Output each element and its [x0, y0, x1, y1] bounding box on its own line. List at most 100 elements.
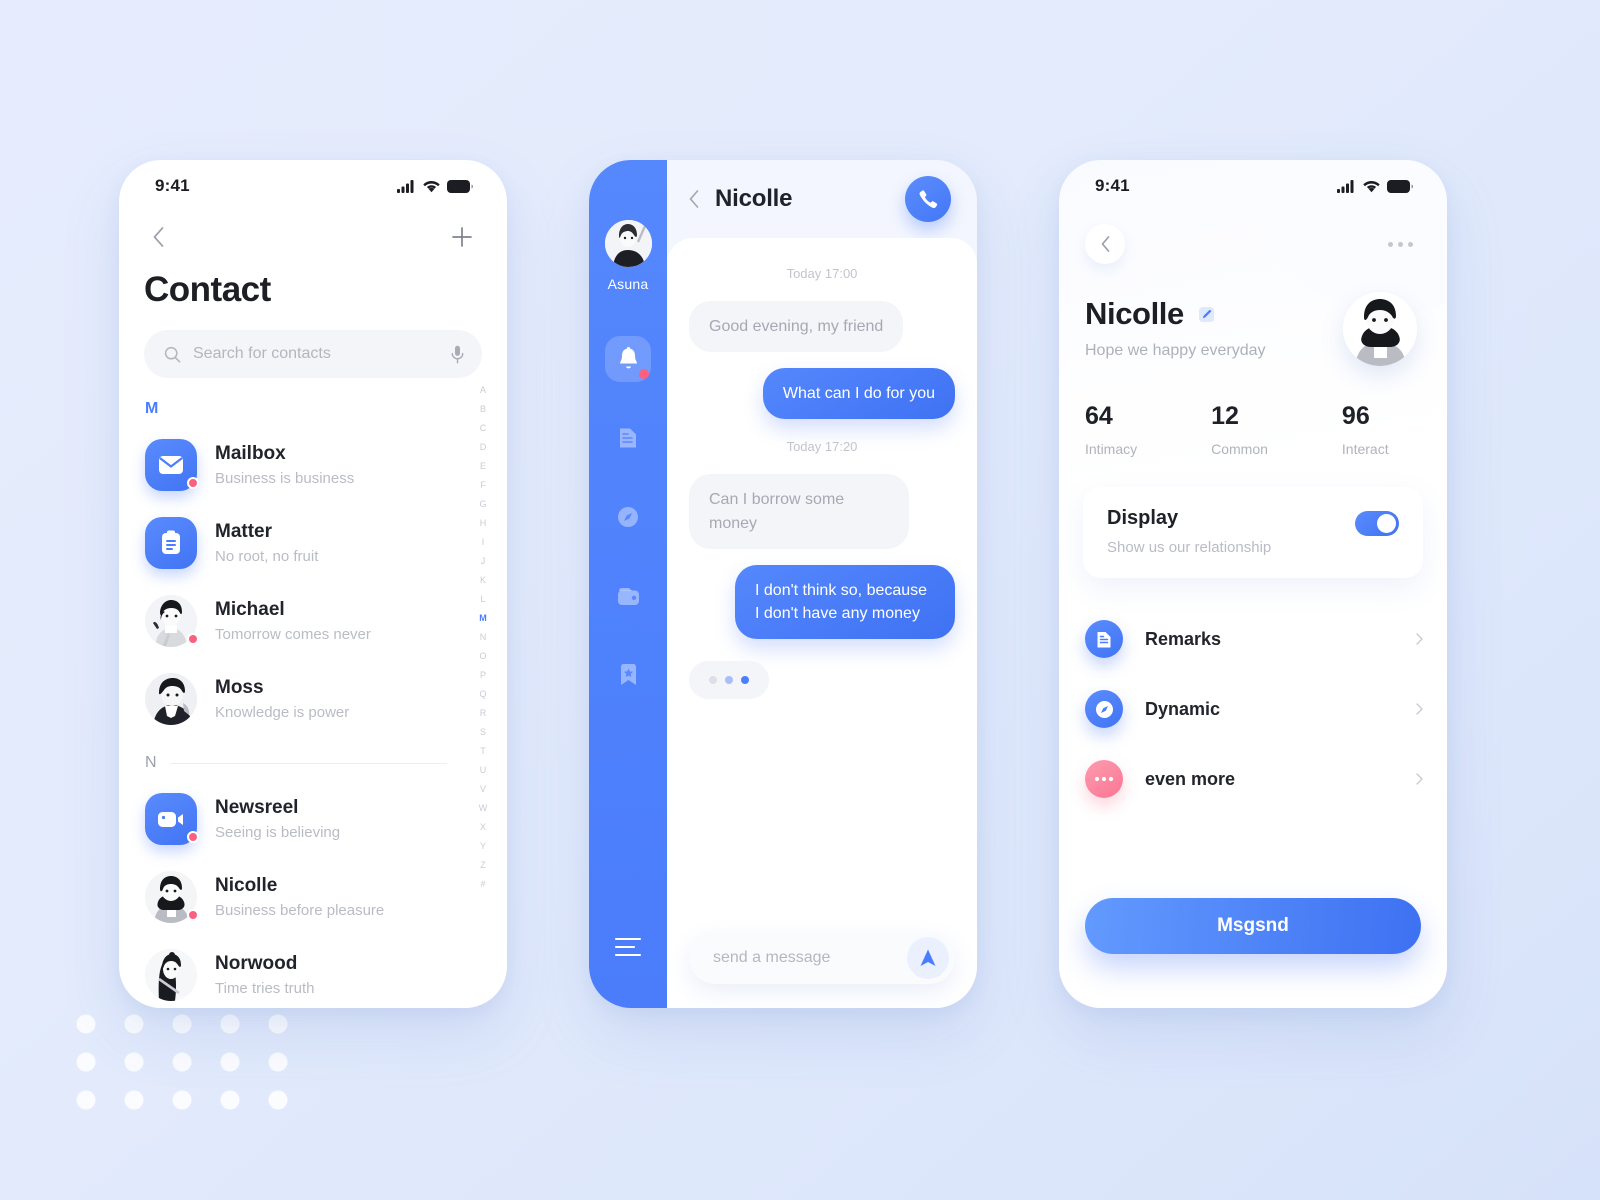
rail-item-discover[interactable]: [605, 494, 651, 540]
chevron-left-icon: [1101, 236, 1109, 252]
profile-identity: Nicolle Hope we happy everyday: [1059, 264, 1447, 366]
rail-item-wallet[interactable]: [605, 573, 651, 619]
clipboard-icon: [145, 517, 197, 569]
alpha-index-letter[interactable]: W: [476, 800, 490, 817]
avatar: [145, 949, 197, 1001]
status-bar: 9:41: [119, 160, 507, 212]
alpha-index-letter[interactable]: K: [476, 572, 490, 589]
compass-icon: [618, 507, 638, 527]
search-contacts-input[interactable]: Search for contacts: [144, 330, 482, 378]
alpha-index-letter[interactable]: Q: [476, 686, 490, 703]
alphabet-index[interactable]: A B C D E F G H I J K L M N O P Q R S T U V W X Y Z #: [476, 382, 490, 893]
rail-item-documents[interactable]: [605, 415, 651, 461]
bell-icon: [619, 347, 637, 369]
microphone-icon[interactable]: [451, 345, 464, 364]
avatar[interactable]: [1343, 292, 1417, 366]
display-setting-card: Display Show us our relationship: [1083, 487, 1423, 578]
more-horizontal-icon[interactable]: [1388, 241, 1413, 247]
list-item[interactable]: Mailbox Business is business: [119, 426, 507, 504]
alpha-index-letter[interactable]: N: [476, 629, 490, 646]
profile-tagline: Hope we happy everyday: [1085, 342, 1266, 359]
contact-name: Newsreel: [215, 797, 299, 818]
contact-name: Nicolle: [215, 875, 278, 896]
message-bubble-outgoing: What can I do for you: [762, 368, 955, 420]
status-bar-time: 9:41: [155, 176, 190, 195]
alpha-index-letter[interactable]: Z: [476, 857, 490, 874]
page-title: Contact: [144, 270, 271, 309]
alpha-index-letter[interactable]: I: [476, 534, 490, 551]
avatar[interactable]: [604, 220, 652, 267]
alpha-index-letter[interactable]: F: [476, 477, 490, 494]
profile-back-button[interactable]: [1085, 224, 1125, 264]
alpha-index-letter[interactable]: #: [476, 876, 490, 893]
alpha-index-letter[interactable]: X: [476, 819, 490, 836]
list-item[interactable]: Norwood Time tries truth: [119, 936, 507, 1008]
contact-subtitle: Business is business: [215, 470, 355, 487]
contact-name: Moss: [215, 677, 264, 698]
message-composer[interactable]: send a message: [689, 932, 955, 984]
list-item[interactable]: Nicolle Business before pleasure: [119, 858, 507, 936]
ellipsis-icon: [1085, 760, 1123, 798]
voice-call-button[interactable]: [905, 176, 951, 222]
profile-stats: 64 Intimacy 12 Common 96 Interact: [1059, 366, 1447, 457]
alpha-index-letter[interactable]: P: [476, 667, 490, 684]
rail-menu-button[interactable]: [614, 937, 642, 962]
alpha-index-letter[interactable]: T: [476, 743, 490, 760]
background-dot-pattern: [62, 1005, 292, 1120]
alpha-index-letter[interactable]: U: [476, 762, 490, 779]
contact-meta: Norwood Time tries truth: [215, 953, 314, 997]
alpha-index-letter[interactable]: V: [476, 781, 490, 798]
add-contact-icon[interactable]: [451, 226, 473, 248]
contact-subtitle: Business before pleasure: [215, 902, 385, 919]
contact-meta: Mailbox Business is business: [215, 443, 354, 487]
alpha-index-letter[interactable]: Y: [476, 838, 490, 855]
status-bar-icons: [397, 179, 473, 193]
contact-name: Matter: [215, 521, 273, 542]
alpha-index-letter[interactable]: M: [476, 610, 490, 627]
alpha-index-letter[interactable]: B: [476, 401, 490, 418]
status-bar-icons: [1337, 179, 1413, 193]
stat-label: Interact: [1341, 441, 1389, 457]
rail-item-notifications[interactable]: [605, 336, 651, 382]
cellular-signal-icon: [397, 179, 414, 193]
menu-label: Dynamic: [1145, 698, 1221, 719]
alpha-index-letter[interactable]: D: [476, 439, 490, 456]
profile-phone-screen: 9:41 Nicolle Hope we happy everyday 64 I…: [1059, 160, 1447, 1008]
chevron-left-icon[interactable]: [689, 190, 699, 208]
send-message-button[interactable]: [907, 937, 949, 979]
alpha-index-letter[interactable]: A: [476, 382, 490, 399]
app-side-rail: Asuna: [589, 160, 667, 1008]
menu-item-even-more[interactable]: even more: [1085, 744, 1423, 814]
display-toggle[interactable]: [1355, 511, 1399, 536]
stat-label: Intimacy: [1085, 441, 1138, 457]
alpha-index-letter[interactable]: H: [476, 515, 490, 532]
cellular-signal-icon: [1337, 179, 1354, 193]
list-item[interactable]: Matter No root, no fruit: [119, 504, 507, 582]
avatar: [145, 595, 199, 647]
send-message-primary-button[interactable]: Msgsnd: [1085, 898, 1421, 954]
alpha-index-letter[interactable]: G: [476, 496, 490, 513]
list-item[interactable]: Moss Knowledge is power: [119, 660, 507, 738]
battery-icon: [447, 179, 473, 193]
alpha-index-letter[interactable]: R: [476, 705, 490, 722]
menu-item-remarks[interactable]: Remarks: [1085, 604, 1423, 674]
alpha-index-letter[interactable]: E: [476, 458, 490, 475]
rail-item-bookmarks[interactable]: [605, 652, 651, 698]
stat-interact: 96 Interact: [1342, 402, 1389, 457]
edit-pencil-icon[interactable]: [1198, 306, 1215, 323]
alpha-index-letter[interactable]: O: [476, 648, 490, 665]
alpha-index-letter[interactable]: S: [476, 724, 490, 741]
message-bubble-incoming: Can I borrow some money: [689, 474, 909, 549]
toggle-knob: [1377, 514, 1396, 533]
menu-item-dynamic[interactable]: Dynamic: [1085, 674, 1423, 744]
alpha-index-letter[interactable]: J: [476, 553, 490, 570]
chevron-right-icon: [1416, 773, 1423, 785]
unread-badge: [187, 831, 199, 843]
list-item[interactable]: Newsreel Seeing is believing: [119, 780, 507, 858]
wallet-icon: [617, 588, 639, 605]
list-item[interactable]: Michael Tomorrow comes never: [119, 582, 507, 660]
contact-subtitle: Tomorrow comes never: [215, 626, 371, 643]
alpha-index-letter[interactable]: C: [476, 420, 490, 437]
alpha-index-letter[interactable]: L: [476, 591, 490, 608]
back-chevron-icon[interactable]: [153, 227, 164, 247]
